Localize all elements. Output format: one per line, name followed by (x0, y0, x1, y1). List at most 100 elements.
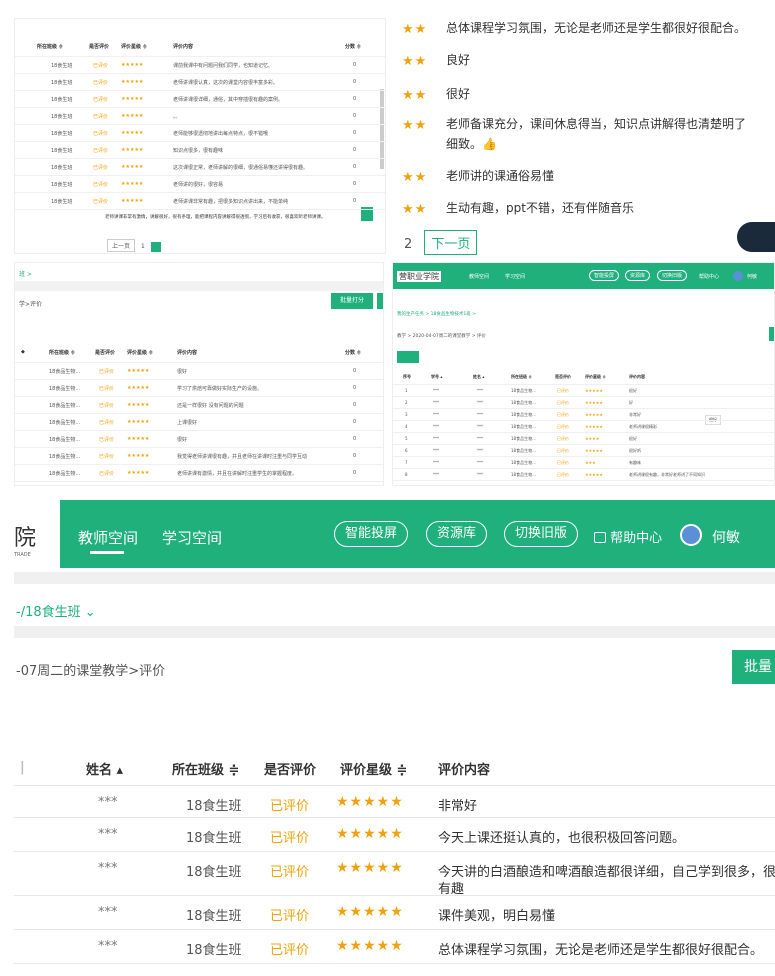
comment-text: 生动有趣，ppt不错，还有伴随音乐 (446, 201, 634, 215)
status-cell: 已评价 (93, 63, 109, 69)
stars-cell: ★★★★★ (336, 904, 404, 920)
side-tab[interactable] (377, 293, 383, 309)
col-class[interactable]: 所在班级 ≑ (49, 349, 75, 356)
class-crumb[interactable]: -/18食生班 ⌄ (16, 601, 96, 620)
status-cell: 已评价 (99, 437, 115, 443)
thumb-tl-pager: 上一页 1 (107, 239, 161, 252)
col-class[interactable]: 所在班级 ≑ (37, 43, 63, 50)
help-center-link[interactable]: 帮助中心 (699, 273, 719, 280)
stars-cell: ★★★★★ (121, 147, 144, 153)
class-cell: 18食生班 (51, 114, 73, 120)
class-cell: 18食品生物... (49, 403, 81, 409)
stars-cell: ★★★★★ (336, 794, 404, 810)
col-class[interactable]: 所在班级 ≑ (172, 759, 239, 778)
class-cell: 18食生班 (51, 182, 73, 188)
avatar[interactable] (733, 271, 743, 281)
resource-lib-button[interactable]: 资源库 (426, 521, 488, 547)
smart-cast-button[interactable]: 智能投屏 (334, 521, 409, 547)
page-number[interactable]: 2 (404, 237, 412, 252)
switch-old-button[interactable]: 切换旧版 (504, 521, 579, 547)
status-cell: 已评价 (93, 97, 109, 103)
prev-page-button[interactable]: 上一页 (107, 239, 136, 252)
content-cell: 老师讲课有激情，并且在讲解时注重学生的掌握程度。 (177, 471, 298, 477)
bird-icon[interactable] (737, 222, 775, 252)
class-cell: 18食生班 (51, 148, 73, 154)
table-row: 18食生班 已评价 ★★★★★ 课前我课中有问题问我们同学，也知道记忆。 0 (15, 57, 385, 74)
name-cell: *** (98, 827, 118, 842)
stars: ★★ (402, 170, 428, 185)
stars-cell: ★★★★★ (127, 368, 150, 374)
batch-score-button[interactable]: 批量打分 (331, 293, 373, 309)
col-stars[interactable]: 评价星级 ≑ (340, 759, 407, 778)
content-cell-line2: 有趣 (438, 882, 465, 897)
tab-teacher-space[interactable]: 教师空间 (78, 527, 138, 548)
name-cell: *** (98, 795, 118, 810)
class-cell: 18食品生物... (511, 412, 536, 417)
col-content: 评价内容 (438, 763, 491, 778)
stars: ★★ (402, 54, 428, 69)
class-cell: 18食生班 (186, 799, 242, 814)
content-cell: 很好听 (629, 448, 641, 453)
smart-cast-button[interactable]: 智能投屏 (589, 270, 620, 281)
thumb-mr-brand: 营职业学院 (397, 271, 441, 282)
index-cell: 5 (405, 436, 408, 441)
gray-band (14, 572, 775, 584)
side-tab[interactable] (769, 327, 774, 341)
status-cell: 已评价 (93, 199, 109, 205)
stars-cell: ★★★★★ (585, 412, 603, 417)
col-stars[interactable]: 评价星级 ≑ (121, 43, 147, 50)
breadcrumb-sub: 学>评价 (19, 301, 43, 308)
col-score[interactable]: 分数 ≑ (345, 349, 361, 356)
content-cell: 上课很好 (177, 420, 198, 426)
score-cell: 0 (353, 96, 357, 102)
batch-button[interactable] (397, 351, 419, 363)
score-cell: 0 (353, 402, 357, 408)
class-cell: 18食品生物... (511, 448, 536, 453)
name-cell: *** (477, 424, 483, 429)
content-cell: 知识点很多，很有趣味 (173, 148, 224, 154)
page-number[interactable]: 1 (141, 243, 145, 250)
thumb-tl-note: 老师讲课非常有激情，讲解很好，很有条理，能把课程内容讲解得很透彻，学习后有收获，… (105, 215, 326, 220)
tab-study-space[interactable]: 学习空间 (505, 273, 525, 280)
help-center-label: 帮助中心 (610, 531, 663, 546)
help-icon (594, 532, 606, 543)
table-row: 18食生班 已评价 ★★★★★ 知识点很多，很有趣味 0 (15, 142, 385, 159)
status-cell: 已评价 (270, 831, 310, 846)
status-cell: 已评价 (270, 943, 310, 958)
table-row: 8 *** *** 18食品生物... 已评价 ★★★★★ 老师讲课很有趣，非常好老师讲了不… (393, 469, 774, 481)
help-center-link[interactable]: 帮助中心 (594, 527, 662, 546)
content-cell: 老师讲课很详细，通俗，其中穿插很有趣的案例。 (173, 97, 284, 103)
thumb-tl-header: 所在班级 ≑ 是否评价 评价星级 ≑ 评价内容 分数 ≑ (15, 35, 385, 57)
breadcrumb[interactable]: 班 > (19, 269, 32, 278)
stars: ★★ (402, 118, 428, 133)
user-name[interactable]: 何敏 (747, 273, 757, 280)
tab-study-space[interactable]: 学习空间 (162, 527, 222, 548)
stars-cell: ★★★★★ (121, 96, 144, 102)
status-cell: 已评价 (270, 909, 310, 924)
next-page-button[interactable]: 下一页 (424, 230, 478, 255)
user-name[interactable]: 何敏 (712, 527, 740, 547)
score-cell: 0 (353, 181, 357, 187)
resource-lib-button[interactable]: 资源库 (625, 270, 651, 281)
class-cell: 18食品生物... (49, 454, 81, 460)
status-cell: 已评价 (99, 403, 115, 409)
switch-old-button[interactable]: 切换旧版 (657, 270, 688, 281)
brand-sub: TRADE (14, 552, 31, 558)
col-stars[interactable]: 评价星级 ≑ (127, 349, 153, 356)
class-cell: 18食品生物... (511, 400, 536, 405)
table-row: 2 *** *** 18食品生物... 已评价 ★★★★★ 好 (393, 397, 774, 409)
avatar[interactable] (680, 524, 702, 546)
stars-cell: ★★★★★ (121, 62, 144, 68)
breadcrumb[interactable]: 我的生产任务 > 18食品生物技术1班 > (397, 311, 476, 317)
stars-cell: ★★★★★ (121, 181, 144, 187)
table-row: *** 18食生班 已评价 ★★★★★ 课件美观，明白易懂 (14, 896, 775, 930)
name-cell: *** (477, 448, 483, 453)
tab-teacher-space[interactable]: 教师空间 (469, 273, 489, 280)
table-row: 18食生班 已评价 ★★★★★ 老师讲课很详细，通俗，其中穿插很有趣的案例。 0 (15, 91, 385, 108)
next-page-icon[interactable] (150, 241, 161, 252)
col-name[interactable]: 姓名 ▴ (86, 759, 123, 778)
col-score[interactable]: 分数 ≑ (345, 43, 361, 50)
table-row: 4 *** *** 18食品生物... 已评价 ★★★★★ 老师讲课很精彩 (393, 421, 774, 433)
status-cell: 已评价 (557, 412, 569, 417)
batch-score-button[interactable]: 批量 (732, 650, 775, 684)
